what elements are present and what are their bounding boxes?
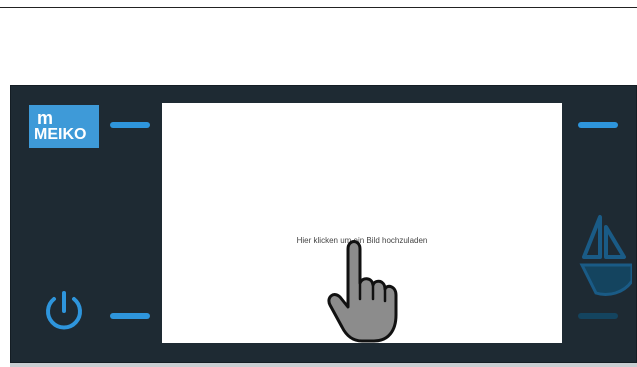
control-panel: m MEIKO Hier klicken um ein Bild hochzul… bbox=[10, 85, 637, 363]
logo-name: MEIKO bbox=[34, 126, 87, 143]
right-top-softkey[interactable] bbox=[578, 122, 618, 128]
left-bottom-softkey[interactable] bbox=[110, 313, 150, 319]
logo-mark: m bbox=[37, 108, 53, 128]
top-divider-line bbox=[0, 7, 637, 8]
left-top-softkey[interactable] bbox=[110, 122, 150, 128]
display-screen[interactable]: Hier klicken um ein Bild hochzuladen bbox=[162, 103, 562, 343]
power-icon[interactable] bbox=[42, 289, 86, 333]
right-bottom-softkey[interactable] bbox=[578, 313, 618, 319]
meiko-logo: m MEIKO bbox=[29, 105, 99, 148]
panel-bottom-edge bbox=[10, 363, 637, 367]
pointing-hand-icon bbox=[327, 240, 398, 343]
ship-icon bbox=[579, 215, 632, 296]
